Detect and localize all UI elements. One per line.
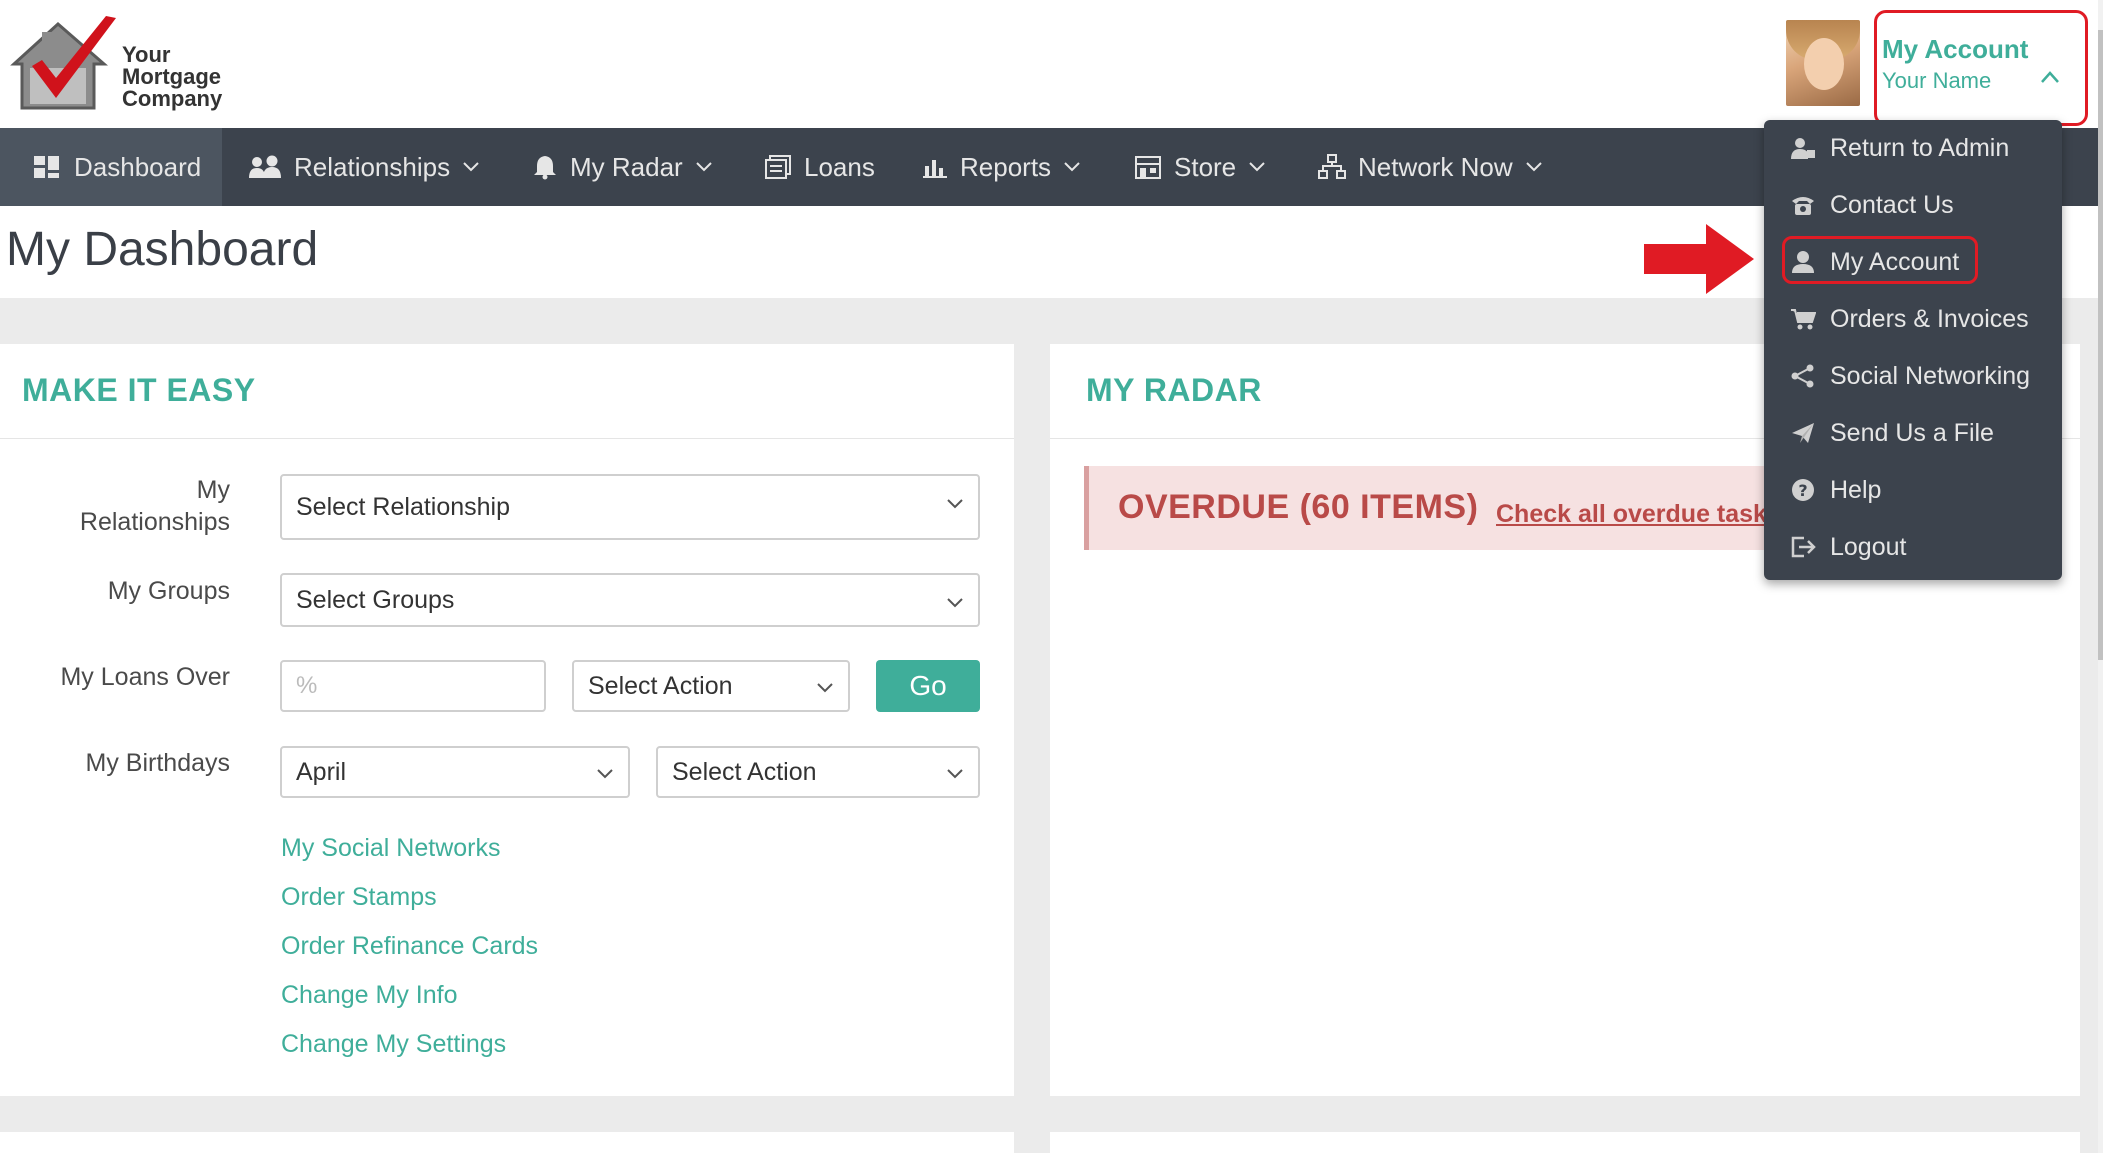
svg-text:?: ? [1798,481,1807,500]
menu-help[interactable]: ? Help [1790,470,1881,510]
cart-icon [1791,309,1816,330]
loans-over-label: My Loans Over [60,663,230,691]
help-icon: ? [1792,479,1814,501]
menu-send-us-a-file-label: Send Us a File [1830,418,1994,447]
nav-dashboard-label: Dashboard [74,151,202,182]
documents-icon [765,155,791,179]
menu-social-networking[interactable]: Social Networking [1790,356,2030,396]
share-icon [1791,364,1814,388]
make-it-easy-heading: MAKE IT EASY [22,372,256,408]
chevron-down-icon [597,769,613,779]
relationship-select[interactable]: Select Relationship [280,474,980,540]
menu-send-us-a-file[interactable]: Send Us a File [1790,413,1994,453]
check-overdue-tasks-link[interactable]: Check all overdue tasks [1496,500,1766,529]
relationship-select-value: Select Relationship [296,492,511,521]
chevron-down-icon [1249,162,1265,172]
red-arrow-icon [1644,224,1754,294]
nav-loans-label: Loans [804,151,875,182]
menu-orders-invoices-label: Orders & Invoices [1830,304,2029,333]
menu-logout[interactable]: Logout [1790,527,1906,567]
birthday-month-value: April [296,757,347,786]
chevron-up-icon[interactable] [2040,70,2060,84]
nav-loans[interactable]: Loans [764,128,875,206]
groups-select[interactable]: Select Groups [280,573,980,627]
phone-icon [1792,197,1814,215]
loans-action-select[interactable]: Select Action [572,660,850,712]
bottom-panel-right [1050,1132,2080,1153]
chevron-down-icon [947,598,963,608]
link-my-social-networks[interactable]: My Social Networks [281,834,501,863]
users-icon [249,155,281,178]
nav-reports[interactable]: Reports [922,128,1081,206]
nav-network-now[interactable]: Network Now [1318,128,1543,206]
birthday-action-select[interactable]: Select Action [656,746,980,798]
overdue-title: OVERDUE (60 ITEMS) [1118,488,1479,526]
nav-relationships-label: Relationships [294,151,451,182]
menu-contact-us[interactable]: Contact Us [1790,185,1954,225]
chevron-down-icon [947,499,963,509]
nav-my-radar-label: My Radar [570,151,683,182]
birthday-action-value: Select Action [672,757,817,786]
scrollbar-thumb[interactable] [2098,30,2103,660]
link-order-refinance-cards[interactable]: Order Refinance Cards [281,932,538,961]
nav-dashboard[interactable]: Dashboard [0,128,222,206]
menu-social-networking-label: Social Networking [1830,361,2031,390]
groups-label: My Groups [107,577,230,605]
birthday-month-select[interactable]: April [280,746,630,798]
account-menu-title[interactable]: My Account [1882,34,2028,65]
chevron-down-icon [817,683,833,693]
chevron-down-icon [1525,162,1542,172]
logo-text: Your Mortgage Company [122,42,223,111]
link-change-my-settings[interactable]: Change My Settings [281,1030,506,1059]
link-change-my-info[interactable]: Change My Info [281,981,458,1010]
make-it-easy-panel [0,344,1014,1096]
dashboard-icon [34,156,59,178]
nav-my-radar[interactable]: My Radar [532,128,713,206]
nav-network-now-label: Network Now [1358,151,1513,182]
store-icon [1135,156,1161,179]
bar-chart-icon [923,160,947,178]
user-admin-icon [1791,138,1815,159]
logout-icon [1791,536,1816,558]
menu-return-to-admin[interactable]: Return to Admin [1790,128,2009,168]
go-button[interactable]: Go [876,660,980,712]
chevron-down-icon [463,162,479,172]
chevron-down-icon [695,162,712,172]
menu-logout-label: Logout [1830,532,1907,561]
chevron-down-icon [947,769,963,779]
birthdays-label: My Birthdays [85,749,230,777]
menu-return-to-admin-label: Return to Admin [1830,133,2010,162]
nav-relationships[interactable]: Relationships [248,128,480,206]
menu-help-label: Help [1830,475,1882,504]
loans-action-select-value: Select Action [588,671,733,700]
nav-store-label: Store [1174,151,1237,182]
loans-percent-input[interactable]: % [280,660,546,712]
page-title: My Dashboard [6,223,319,276]
link-order-stamps[interactable]: Order Stamps [281,883,437,912]
nav-reports-label: Reports [960,151,1052,182]
relationships-label: My Relationships [79,476,230,536]
paper-plane-icon [1792,423,1814,443]
network-icon [1318,154,1346,179]
chevron-down-icon [1064,162,1080,172]
my-account-highlight [1782,236,1978,284]
menu-contact-us-label: Contact Us [1830,190,1954,219]
account-user-name[interactable]: Your Name [1882,68,1991,94]
panel-divider [0,438,1014,439]
menu-orders-invoices[interactable]: Orders & Invoices [1790,299,2029,339]
bell-icon [534,156,556,180]
bottom-panel-left [0,1132,1014,1153]
groups-select-value: Select Groups [296,585,455,614]
avatar[interactable] [1786,20,1860,106]
my-radar-heading: MY RADAR [1086,372,1262,408]
nav-store[interactable]: Store [1134,128,1266,206]
